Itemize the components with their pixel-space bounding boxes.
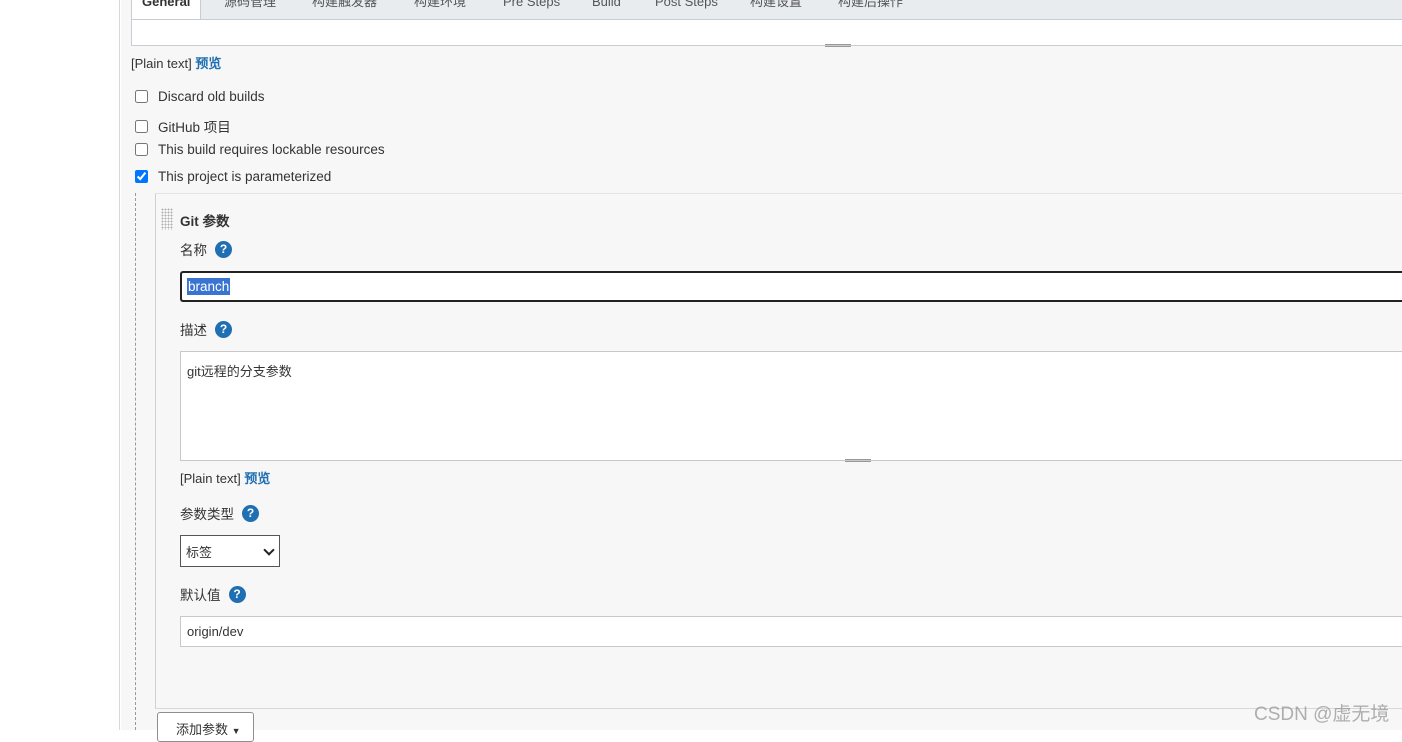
option-lockable-resources[interactable]: This build requires lockable resources — [135, 142, 385, 157]
help-icon[interactable]: ? — [228, 585, 246, 603]
left-margin — [0, 0, 120, 730]
select-value: 标签 — [186, 544, 213, 560]
tab-build-settings[interactable]: 构建设置 — [750, 0, 802, 12]
option-label: This project is parameterized — [158, 169, 332, 184]
param-type-label: 参数类型 ? — [180, 503, 259, 523]
tab-build-environment[interactable]: 构建环境 — [414, 0, 466, 12]
plain-text-label: [Plain text] — [180, 471, 241, 486]
preview-link[interactable]: 预览 — [244, 471, 270, 486]
preview-link[interactable]: 预览 — [195, 56, 221, 71]
name-input[interactable]: branch — [180, 271, 1402, 302]
tab-pre-steps[interactable]: Pre Steps — [503, 0, 560, 12]
option-label: This build requires lockable resources — [158, 142, 385, 157]
drag-handle-icon[interactable] — [161, 208, 173, 230]
add-parameter-button[interactable]: 添加参数 ▼ — [157, 712, 254, 742]
type-label-text: 参数类型 — [180, 507, 234, 522]
description-resize-handle[interactable] — [825, 44, 851, 47]
lockable-resources-checkbox[interactable] — [135, 143, 148, 156]
help-icon[interactable]: ? — [215, 320, 232, 338]
parameterized-checkbox[interactable] — [135, 170, 148, 183]
default-value-input[interactable]: origin/dev — [180, 616, 1402, 647]
tab-build[interactable]: Build — [592, 0, 621, 12]
name-label-text: 名称 — [180, 243, 207, 258]
description-textarea[interactable]: git远程的分支参数 — [180, 351, 1402, 461]
name-input-value: branch — [187, 278, 231, 295]
description-value: git远程的分支参数 — [187, 364, 292, 379]
desc-label-text: 描述 — [180, 323, 207, 338]
plain-text-label: [Plain text] — [131, 56, 192, 71]
project-description-textarea[interactable] — [131, 20, 1402, 46]
option-label: GitHub 项目 — [158, 120, 231, 135]
git-parameter-title: Git 参数 — [180, 214, 230, 229]
watermark: CSDN @虚无境 — [1254, 704, 1390, 725]
option-github-project[interactable]: GitHub 项目 — [135, 116, 231, 136]
chevron-down-icon — [263, 544, 275, 556]
tab-post-steps[interactable]: Post Steps — [655, 0, 718, 12]
description-field-label: 描述 ? — [180, 319, 232, 339]
caret-down-icon: ▼ — [231, 726, 241, 736]
nested-section-indicator — [135, 193, 136, 730]
textarea-resize-handle[interactable] — [845, 459, 871, 462]
config-tab-bar: General 源码管理 构建触发器 构建环境 Pre Steps Build … — [131, 0, 1402, 20]
name-field-label: 名称 ? — [180, 239, 232, 259]
param-description-format-row: [Plain text] 预览 — [180, 468, 270, 487]
tab-source-control[interactable]: 源码管理 — [224, 0, 276, 12]
tab-general[interactable]: General — [131, 0, 202, 19]
default-value-label: 默认值 ? — [180, 584, 246, 604]
discard-old-builds-checkbox[interactable] — [135, 90, 148, 103]
default-label-text: 默认值 — [180, 588, 221, 603]
param-type-select[interactable]: 标签 — [180, 535, 280, 567]
default-value-text: origin/dev — [187, 624, 244, 639]
help-icon[interactable]: ? — [242, 504, 259, 522]
tab-post-build-actions[interactable]: 构建后操作 — [838, 0, 903, 12]
option-label: Discard old builds — [158, 89, 265, 104]
github-project-checkbox[interactable] — [135, 119, 148, 133]
config-panel: General 源码管理 构建触发器 构建环境 Pre Steps Build … — [121, 0, 1402, 742]
option-parameterized[interactable]: This project is parameterized — [135, 169, 331, 184]
tab-build-triggers[interactable]: 构建触发器 — [312, 0, 377, 12]
option-discard-old-builds[interactable]: Discard old builds — [135, 89, 265, 104]
description-format-row: [Plain text] 预览 — [131, 53, 221, 72]
help-icon[interactable]: ? — [215, 240, 232, 258]
